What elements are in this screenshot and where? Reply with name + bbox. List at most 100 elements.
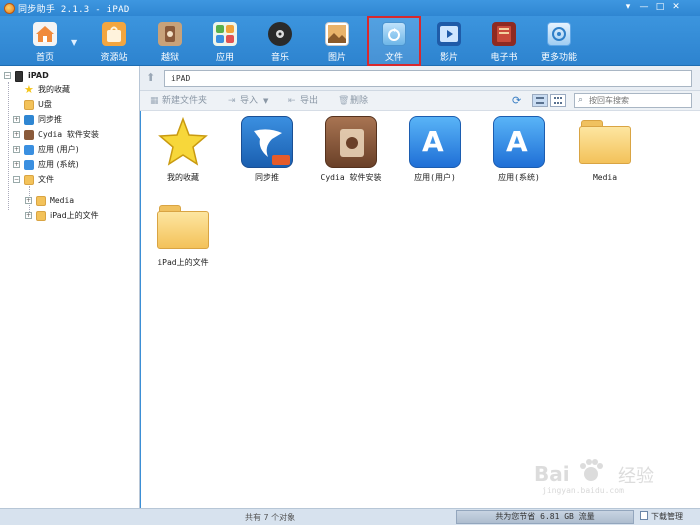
grid-view-button[interactable]: [550, 94, 566, 107]
star-icon: [157, 116, 209, 168]
toolbar-ebooks-label: 电子书: [490, 53, 518, 63]
search-input[interactable]: [589, 94, 689, 107]
collapse-icon[interactable]: −: [13, 176, 20, 183]
export-label: 导出: [300, 96, 319, 106]
picture-icon: [325, 22, 349, 46]
music-icon: [268, 22, 292, 46]
file-item-media[interactable]: Media: [563, 116, 647, 194]
path-bar: ⬆ iPAD: [140, 66, 700, 91]
sidebar-item-tongbutui[interactable]: + 同步推: [13, 113, 138, 127]
toolbar-apps[interactable]: 应用: [198, 16, 252, 66]
action-bar: ▦ 新建文件夹 ⇥ 导入 ▼ ⇤ 导出 🗑删除 ⟳ ⌕: [140, 91, 700, 111]
watermark-url: jingyan.baidu.com: [542, 486, 624, 495]
delete-button[interactable]: 🗑删除: [338, 95, 368, 107]
toolbar-ebooks[interactable]: 电子书: [477, 16, 531, 66]
list-view-icon: [536, 97, 544, 104]
file-item-label: iPad上的文件: [157, 258, 209, 267]
export-icon: ⇤: [288, 96, 296, 106]
sidebar-item-label: iPad上的文件: [50, 211, 99, 220]
bag-icon: [102, 22, 126, 46]
expand-icon[interactable]: +: [13, 146, 20, 153]
tongbutui-icon: [241, 116, 293, 168]
appstore-glyph: A: [506, 125, 528, 158]
sidebar-item-ipad-files[interactable]: + iPad上的文件: [25, 209, 138, 223]
sidebar-item-files[interactable]: − 文件: [13, 173, 138, 187]
more-features-icon: [547, 22, 571, 46]
watermark-brand-suffix: 经验: [618, 466, 654, 487]
new-folder-icon: ▦: [150, 96, 159, 106]
star-icon: ★: [24, 83, 34, 96]
close-button[interactable]: ✕: [670, 2, 682, 13]
sidebar-item-media[interactable]: + Media: [25, 194, 138, 208]
menu-dropdown-button[interactable]: ▾: [622, 2, 634, 13]
file-icon: [382, 22, 406, 46]
appstore-icon: [24, 160, 34, 170]
file-item-ipad-files[interactable]: iPad上的文件: [141, 201, 225, 279]
file-item-favorites[interactable]: 我的收藏: [141, 116, 225, 194]
toolbar-movies[interactable]: 影片: [422, 16, 476, 66]
expand-icon[interactable]: +: [25, 212, 32, 219]
list-view-button[interactable]: [532, 94, 548, 107]
import-button[interactable]: ⇥ 导入 ▼: [228, 95, 268, 107]
back-arrow-icon[interactable]: ⬆: [146, 72, 158, 84]
folder-icon: [157, 201, 209, 253]
maximize-button[interactable]: □: [654, 2, 666, 13]
folder-icon: [24, 100, 34, 110]
collapse-icon[interactable]: −: [4, 72, 11, 79]
toolbar-apps-label: 应用: [215, 53, 234, 63]
file-item-label: Media: [592, 173, 618, 182]
file-item-tongbutui[interactable]: 同步推: [225, 116, 309, 194]
home-dropdown-arrow-icon[interactable]: ▼: [71, 38, 77, 47]
sidebar-item-apps-system[interactable]: + 应用 (系统): [13, 158, 138, 172]
sidebar-device-ipad[interactable]: − iPAD: [4, 69, 134, 83]
toolbar-home[interactable]: 首页: [18, 16, 72, 66]
traffic-saved-badge: 共为您节省 6.81 GB 流量: [456, 510, 634, 524]
window-title: 同步助手 2.1.3 - iPAD: [18, 5, 130, 15]
export-button[interactable]: ⇤ 导出: [288, 95, 318, 107]
tree-guide-line: [8, 82, 9, 210]
toolbar-resource-station[interactable]: 资源站: [87, 16, 141, 66]
new-folder-button[interactable]: ▦ 新建文件夹: [150, 95, 207, 107]
search-box[interactable]: ⌕: [574, 93, 692, 108]
download-icon: [640, 511, 648, 520]
expand-icon[interactable]: +: [13, 131, 20, 138]
file-item-label: 应用(用户): [414, 173, 456, 182]
appstore-glyph: A: [422, 125, 444, 158]
minimize-button[interactable]: —: [638, 2, 650, 13]
grid-view-icon: [554, 97, 562, 104]
refresh-icon[interactable]: ⟳: [512, 94, 521, 107]
folder-icon: [24, 175, 34, 185]
toolbar-pictures[interactable]: 图片: [310, 16, 364, 66]
search-icon: ⌕: [578, 95, 584, 105]
toolbar-files-label: 文件: [384, 53, 403, 63]
sidebar-item-udisk[interactable]: U盘: [22, 98, 138, 112]
sidebar-item-favorites[interactable]: ★ 我的收藏: [22, 83, 138, 97]
sidebar-item-cydia[interactable]: + Cydia 软件安装: [13, 128, 138, 142]
appstore-icon: A: [409, 116, 461, 168]
file-item-apps-system[interactable]: A 应用(系统): [477, 116, 561, 194]
sidebar-tree: − iPAD ★ 我的收藏 U盘 + 同步推 + Cydia 软件安装 + 应用…: [0, 66, 140, 508]
toolbar-music-label: 音乐: [270, 53, 289, 63]
toolbar-jailbreak-label: 越狱: [160, 53, 179, 63]
import-dropdown-icon[interactable]: ▼: [263, 97, 268, 105]
file-item-cydia[interactable]: Cydia 软件安装: [309, 116, 393, 194]
expand-icon[interactable]: +: [25, 197, 32, 204]
appstore-icon: A: [493, 116, 545, 168]
path-field[interactable]: iPAD: [164, 70, 692, 87]
delete-label: 删除: [350, 96, 369, 106]
download-manager-button[interactable]: 下载管理: [640, 511, 683, 522]
trash-icon: 🗑: [338, 96, 350, 106]
sidebar-item-apps-user[interactable]: + 应用 (用户): [13, 143, 138, 157]
ebook-icon: [492, 22, 516, 46]
file-item-apps-user[interactable]: A 应用(用户): [393, 116, 477, 194]
toolbar-files[interactable]: 文件: [367, 16, 421, 66]
jailbreak-icon: [158, 22, 182, 46]
expand-icon[interactable]: +: [13, 116, 20, 123]
new-folder-label: 新建文件夹: [162, 96, 208, 106]
toolbar-music[interactable]: 音乐: [253, 16, 307, 66]
expand-icon[interactable]: +: [13, 161, 20, 168]
toolbar-more-features[interactable]: 更多功能: [532, 16, 586, 66]
cydia-icon: [325, 116, 377, 168]
toolbar-jailbreak[interactable]: 越狱: [143, 16, 197, 66]
paw-logo-icon: [580, 459, 603, 481]
